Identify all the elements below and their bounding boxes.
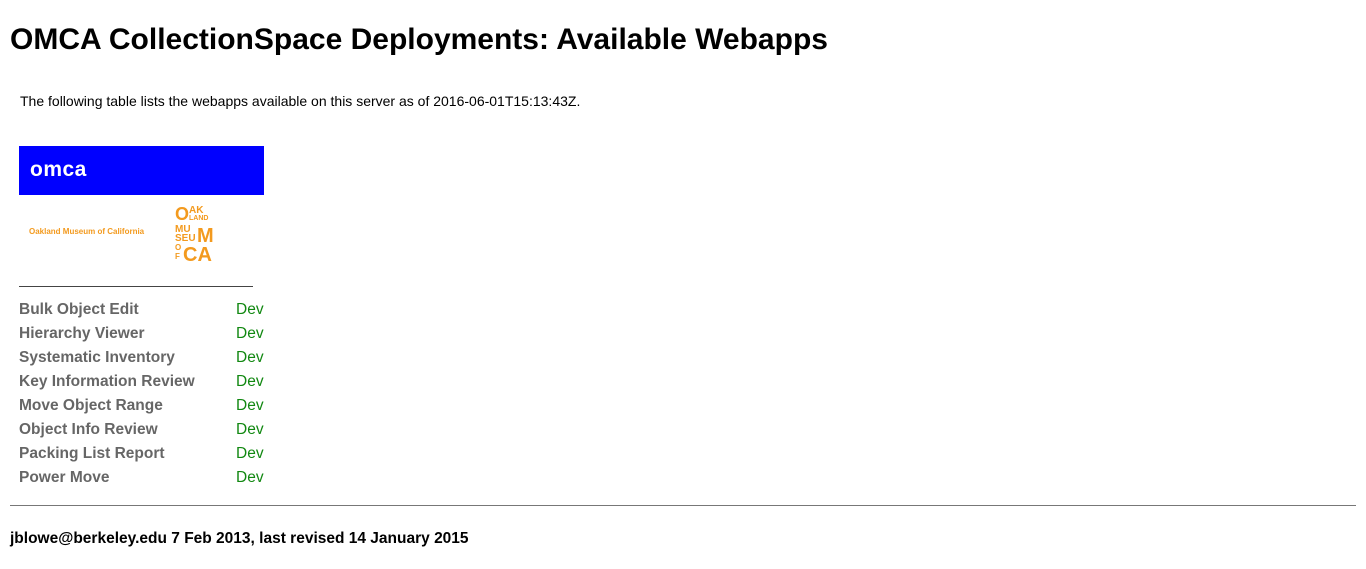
- dev-link[interactable]: Dev: [236, 420, 264, 440]
- list-item: Key Information Review Dev: [19, 370, 279, 394]
- dev-link[interactable]: Dev: [236, 372, 264, 392]
- list-item: Hierarchy Viewer Dev: [19, 322, 279, 346]
- app-name: Object Info Review: [19, 421, 158, 438]
- svg-text:O: O: [175, 204, 189, 224]
- webapp-list: Bulk Object Edit Dev Hierarchy Viewer De…: [19, 298, 279, 490]
- app-name: Packing List Report: [19, 445, 165, 462]
- app-name: Key Information Review: [19, 373, 195, 390]
- svg-text:LAND: LAND: [189, 215, 208, 222]
- list-item: Move Object Range Dev: [19, 394, 279, 418]
- list-item: Packing List Report Dev: [19, 442, 279, 466]
- intro-text: The following table lists the webapps av…: [20, 93, 581, 109]
- logo-bar-text: omca: [30, 158, 87, 181]
- dev-link[interactable]: Dev: [236, 396, 264, 416]
- logo-divider: [19, 286, 253, 287]
- dev-link[interactable]: Dev: [236, 444, 264, 464]
- omca-logo: omca Oakland Museum of California O AK L…: [19, 146, 264, 269]
- list-item: Object Info Review Dev: [19, 418, 279, 442]
- logo-museum-name: Oakland Museum of California: [29, 227, 145, 236]
- app-name: Hierarchy Viewer: [19, 325, 145, 342]
- app-name: Bulk Object Edit: [19, 301, 139, 318]
- dev-link[interactable]: Dev: [236, 468, 264, 488]
- dev-link[interactable]: Dev: [236, 324, 264, 344]
- logo-bar: omca: [19, 146, 264, 195]
- logo-subpanel: Oakland Museum of California O AK LAND M…: [19, 195, 264, 269]
- app-name: Move Object Range: [19, 397, 163, 414]
- footer-divider: [10, 505, 1356, 506]
- oakland-museum-mark-icon: O AK LAND MU SEU M O F CA: [175, 204, 214, 265]
- list-item: Bulk Object Edit Dev: [19, 298, 279, 322]
- svg-text:CA: CA: [183, 244, 212, 265]
- footer-credit: jblowe@berkeley.edu 7 Feb 2013, last rev…: [10, 530, 469, 547]
- svg-text:O: O: [175, 243, 181, 252]
- list-item: Systematic Inventory Dev: [19, 346, 279, 370]
- app-name: Power Move: [19, 469, 110, 486]
- app-name: Systematic Inventory: [19, 349, 175, 366]
- page-title: OMCA CollectionSpace Deployments: Availa…: [10, 23, 828, 56]
- dev-link[interactable]: Dev: [236, 348, 264, 368]
- list-item: Power Move Dev: [19, 466, 279, 490]
- dev-link[interactable]: Dev: [236, 300, 264, 320]
- svg-text:F: F: [175, 252, 180, 261]
